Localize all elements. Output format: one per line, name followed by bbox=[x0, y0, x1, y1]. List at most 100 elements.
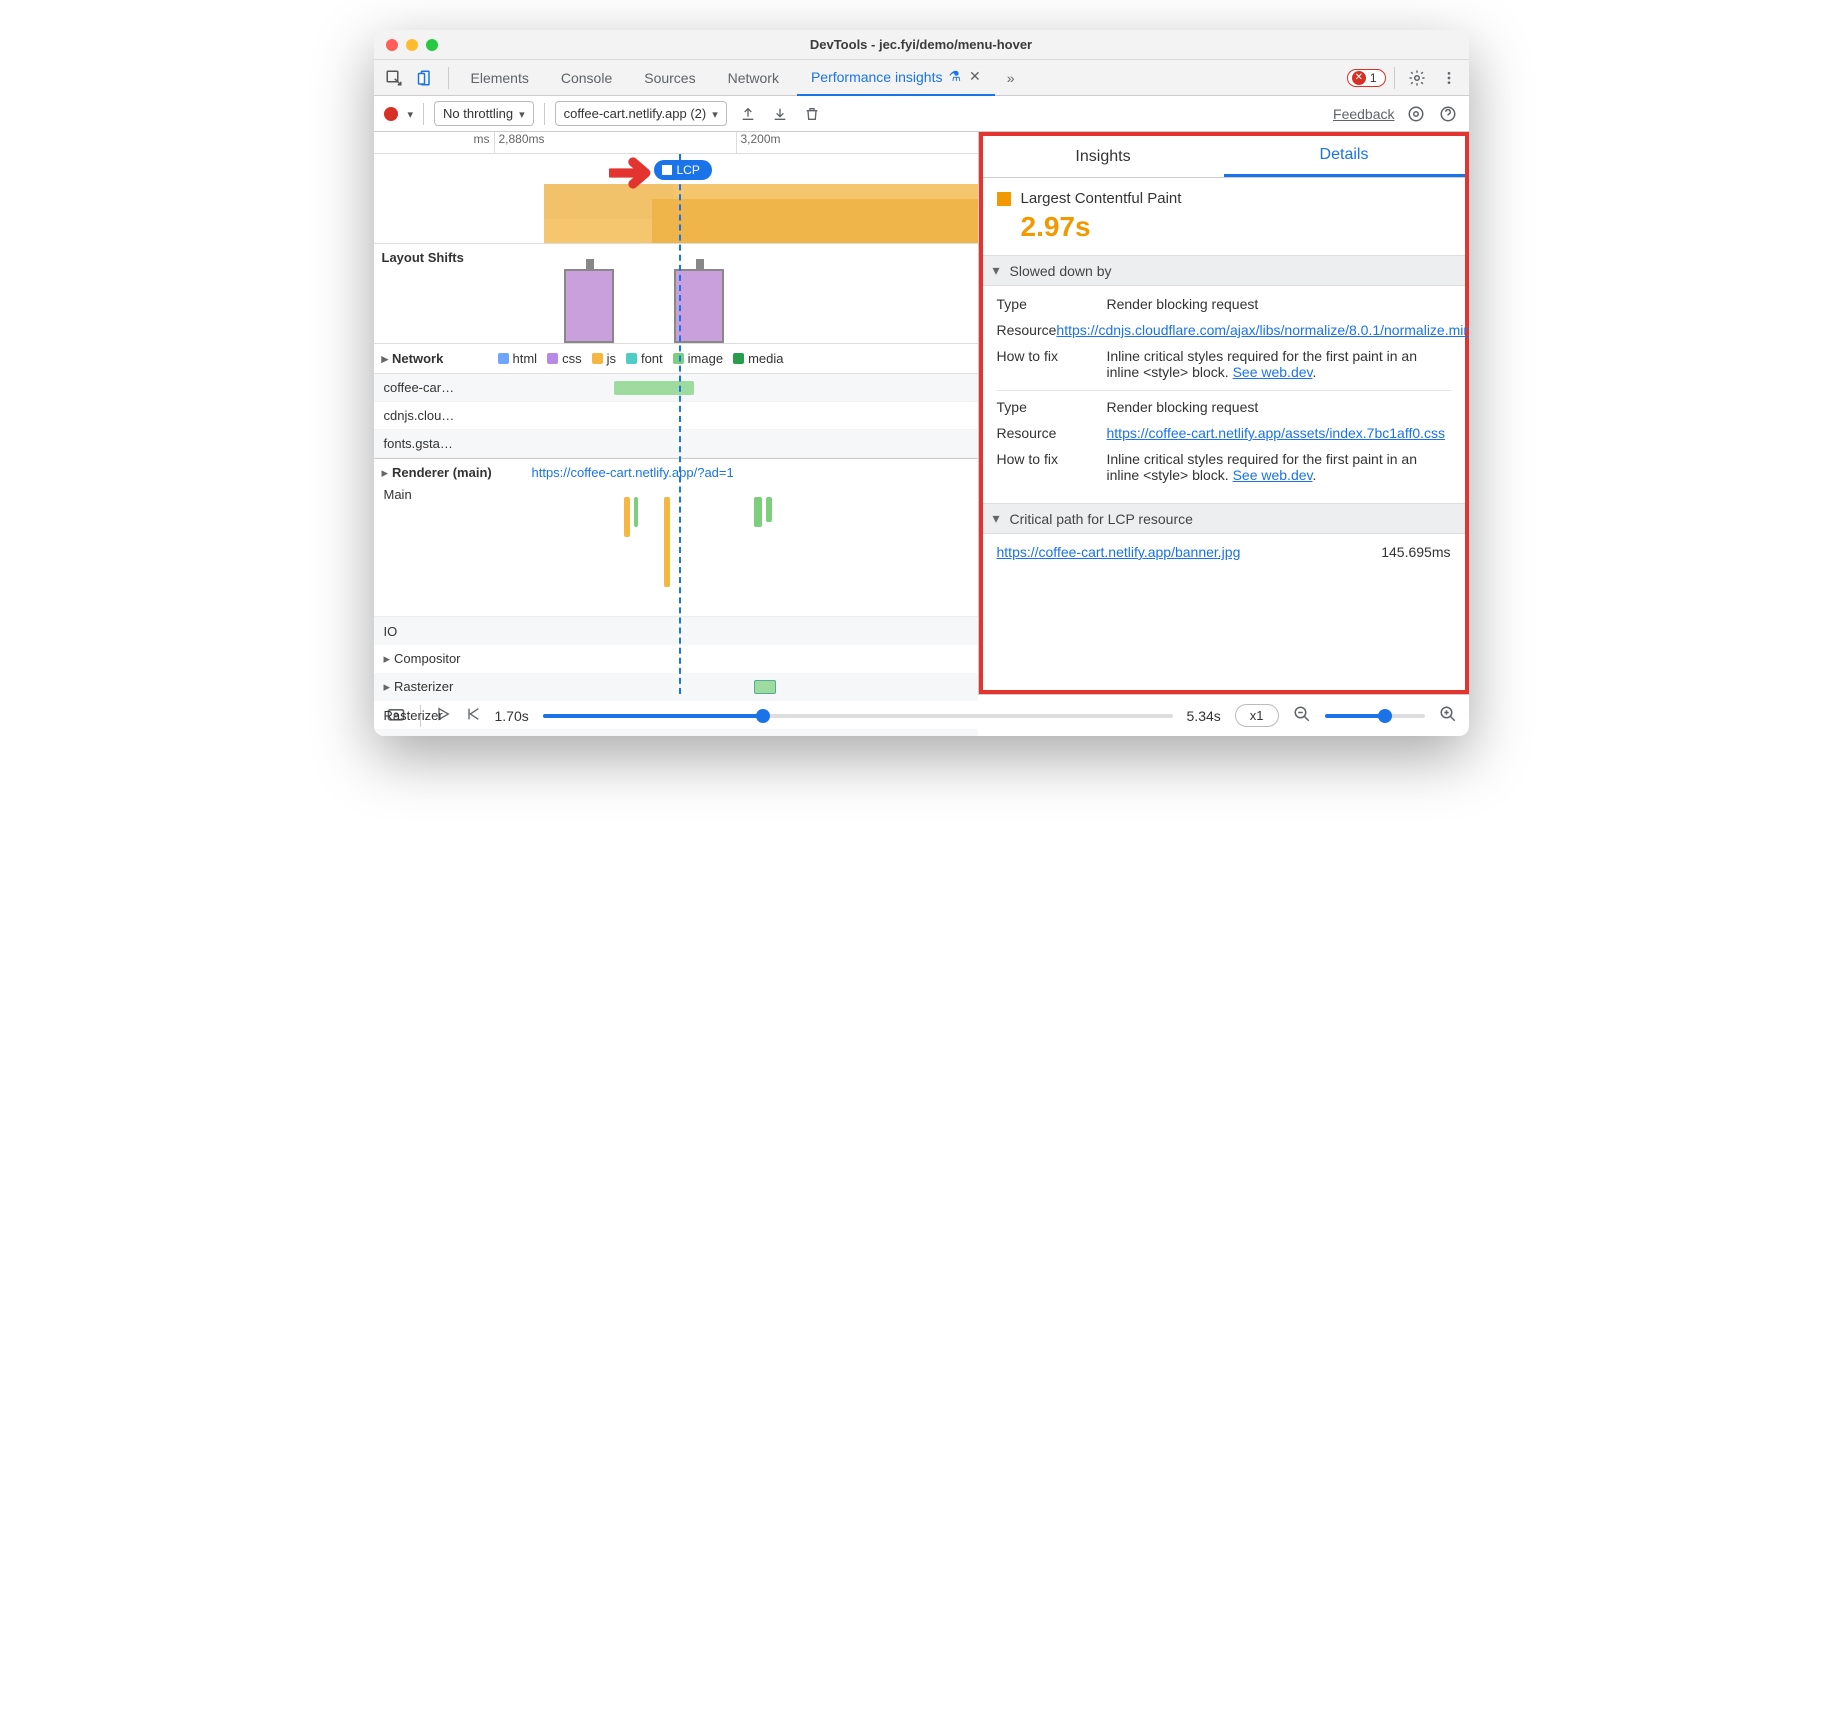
legend-label: font bbox=[641, 351, 663, 366]
collapse-icon bbox=[993, 262, 1004, 279]
recording-value: coffee-cart.netlify.app (2) bbox=[564, 106, 707, 121]
details-tabs: Insights Details bbox=[983, 136, 1465, 178]
record-button[interactable] bbox=[384, 107, 398, 121]
track-label: Rasterizer bbox=[374, 708, 494, 723]
tab-label: Performance insights bbox=[811, 69, 943, 85]
tab-more[interactable]: » bbox=[999, 60, 1023, 96]
inspect-icon[interactable] bbox=[380, 64, 408, 92]
expand-icon[interactable] bbox=[382, 465, 393, 480]
kv-key: How to fix bbox=[997, 451, 1107, 483]
kv-key: Resource bbox=[997, 425, 1107, 441]
section-critical[interactable]: Critical path for LCP resource bbox=[983, 503, 1465, 534]
zoom-in-icon[interactable] bbox=[1439, 705, 1457, 726]
kv-key: Type bbox=[997, 296, 1107, 312]
ruler-tick: 2,880ms bbox=[494, 132, 736, 153]
critical-link[interactable]: https://coffee-cart.netlify.app/banner.j… bbox=[997, 544, 1382, 560]
track-label: Renderer (main) bbox=[392, 465, 492, 480]
zoom-slider[interactable] bbox=[1325, 714, 1425, 718]
layout-shift-thumb[interactable] bbox=[674, 269, 724, 343]
lcp-header: Largest Contentful Paint 2.97s bbox=[983, 178, 1465, 255]
time-ruler: ms 2,880ms 3,200m bbox=[374, 132, 978, 154]
track-compositor[interactable]: Compositor bbox=[374, 645, 978, 673]
track-label: Main bbox=[374, 487, 494, 502]
track-main[interactable]: Main bbox=[374, 487, 978, 617]
track-rasterizer[interactable]: Rasterizer bbox=[374, 673, 978, 701]
settings-icon[interactable] bbox=[1403, 64, 1431, 92]
slowed-body: TypeRender blocking request Resourcehttp… bbox=[983, 286, 1465, 503]
tab-performance-insights[interactable]: Performance insights ⚗ ✕ bbox=[797, 60, 995, 96]
tab-console[interactable]: Console bbox=[547, 60, 626, 96]
zoom-out-icon[interactable] bbox=[1293, 705, 1311, 726]
import-icon[interactable] bbox=[769, 103, 791, 125]
track-label: Service W… bbox=[374, 736, 494, 737]
tab-network[interactable]: Network bbox=[714, 60, 793, 96]
legend-label: html bbox=[513, 351, 538, 366]
section-title: Slowed down by bbox=[1010, 263, 1112, 279]
content-area: ms 2,880ms 3,200m LCP bbox=[374, 132, 1469, 694]
network-legend: html css js font image media bbox=[494, 351, 784, 366]
error-badge[interactable]: ✕ 1 bbox=[1347, 69, 1386, 87]
renderer-section: Renderer (main) https://coffee-cart.netl… bbox=[374, 458, 978, 736]
track-service-worker[interactable]: Service W… bbox=[374, 729, 978, 736]
network-row[interactable]: cdnjs.clou… bbox=[374, 402, 978, 430]
help-icon[interactable] bbox=[1437, 103, 1459, 125]
throttle-select[interactable]: No throttling bbox=[434, 101, 534, 126]
section-title: Critical path for LCP resource bbox=[1010, 511, 1193, 527]
lcp-pill[interactable]: LCP bbox=[654, 160, 712, 180]
close-tab-icon[interactable]: ✕ bbox=[969, 68, 981, 85]
track-io[interactable]: IO bbox=[374, 617, 978, 645]
section-slowed[interactable]: Slowed down by bbox=[983, 255, 1465, 286]
settings2-icon[interactable] bbox=[1405, 103, 1427, 125]
resource-link[interactable]: https://coffee-cart.netlify.app/assets/i… bbox=[1107, 425, 1446, 441]
speed-button[interactable]: x1 bbox=[1235, 704, 1279, 727]
devtools-window: DevTools - jec.fyi/demo/menu-hover Eleme… bbox=[374, 30, 1469, 736]
recording-select[interactable]: coffee-cart.netlify.app (2) bbox=[555, 101, 727, 126]
track-label: Rasterizer bbox=[394, 679, 453, 694]
lcp-pill-label: LCP bbox=[677, 163, 700, 177]
chevron-down-icon bbox=[712, 106, 718, 121]
legend-label: media bbox=[748, 351, 783, 366]
layout-shift-thumb[interactable] bbox=[564, 269, 614, 343]
row-label: coffee-car… bbox=[374, 380, 494, 395]
fix-link[interactable]: See web.dev bbox=[1233, 364, 1313, 380]
kv-key: Resource bbox=[997, 322, 1057, 338]
ruler-tick: 3,200m bbox=[736, 132, 978, 153]
network-row[interactable]: coffee-car… bbox=[374, 374, 978, 402]
fix-link[interactable]: See web.dev bbox=[1233, 467, 1313, 483]
export-icon[interactable] bbox=[737, 103, 759, 125]
details-pane: Insights Details Largest Contentful Pain… bbox=[979, 132, 1469, 694]
record-menu[interactable] bbox=[408, 106, 414, 121]
track-label: Layout Shifts bbox=[374, 244, 494, 343]
annotation-arrow bbox=[609, 154, 655, 195]
track-label: Network bbox=[392, 351, 443, 366]
insights-toolbar: No throttling coffee-cart.netlify.app (2… bbox=[374, 96, 1469, 132]
timeline-pane: ms 2,880ms 3,200m LCP bbox=[374, 132, 979, 694]
total-time: 5.34s bbox=[1187, 708, 1221, 724]
network-row[interactable]: fonts.gsta… bbox=[374, 430, 978, 458]
tab-details[interactable]: Details bbox=[1224, 136, 1465, 177]
html-swatch bbox=[498, 353, 509, 364]
track-label: Compositor bbox=[394, 651, 460, 666]
device-toggle-icon[interactable] bbox=[412, 64, 440, 92]
error-icon: ✕ bbox=[1352, 71, 1366, 85]
kv-key: How to fix bbox=[997, 348, 1107, 380]
lcp-title: Largest Contentful Paint bbox=[1021, 190, 1182, 207]
font-swatch bbox=[626, 353, 637, 364]
expand-icon[interactable] bbox=[384, 651, 395, 666]
expand-icon[interactable] bbox=[384, 679, 395, 694]
error-count: 1 bbox=[1370, 71, 1377, 85]
tab-insights[interactable]: Insights bbox=[983, 136, 1224, 177]
tab-sources[interactable]: Sources bbox=[630, 60, 709, 96]
lcp-marker-line bbox=[679, 154, 681, 694]
kebab-menu-icon[interactable] bbox=[1435, 64, 1463, 92]
scrubber[interactable] bbox=[543, 714, 1173, 718]
delete-icon[interactable] bbox=[801, 103, 823, 125]
renderer-url[interactable]: https://coffee-cart.netlify.app/?ad=1 bbox=[502, 465, 734, 480]
feedback-link[interactable]: Feedback bbox=[1333, 106, 1394, 122]
expand-icon[interactable] bbox=[382, 351, 393, 366]
resource-link[interactable]: https://cdnjs.cloudflare.com/ajax/libs/n… bbox=[1056, 322, 1468, 338]
chevron-down-icon bbox=[519, 106, 525, 121]
css-swatch bbox=[547, 353, 558, 364]
legend-label: image bbox=[688, 351, 723, 366]
tab-elements[interactable]: Elements bbox=[457, 60, 543, 96]
